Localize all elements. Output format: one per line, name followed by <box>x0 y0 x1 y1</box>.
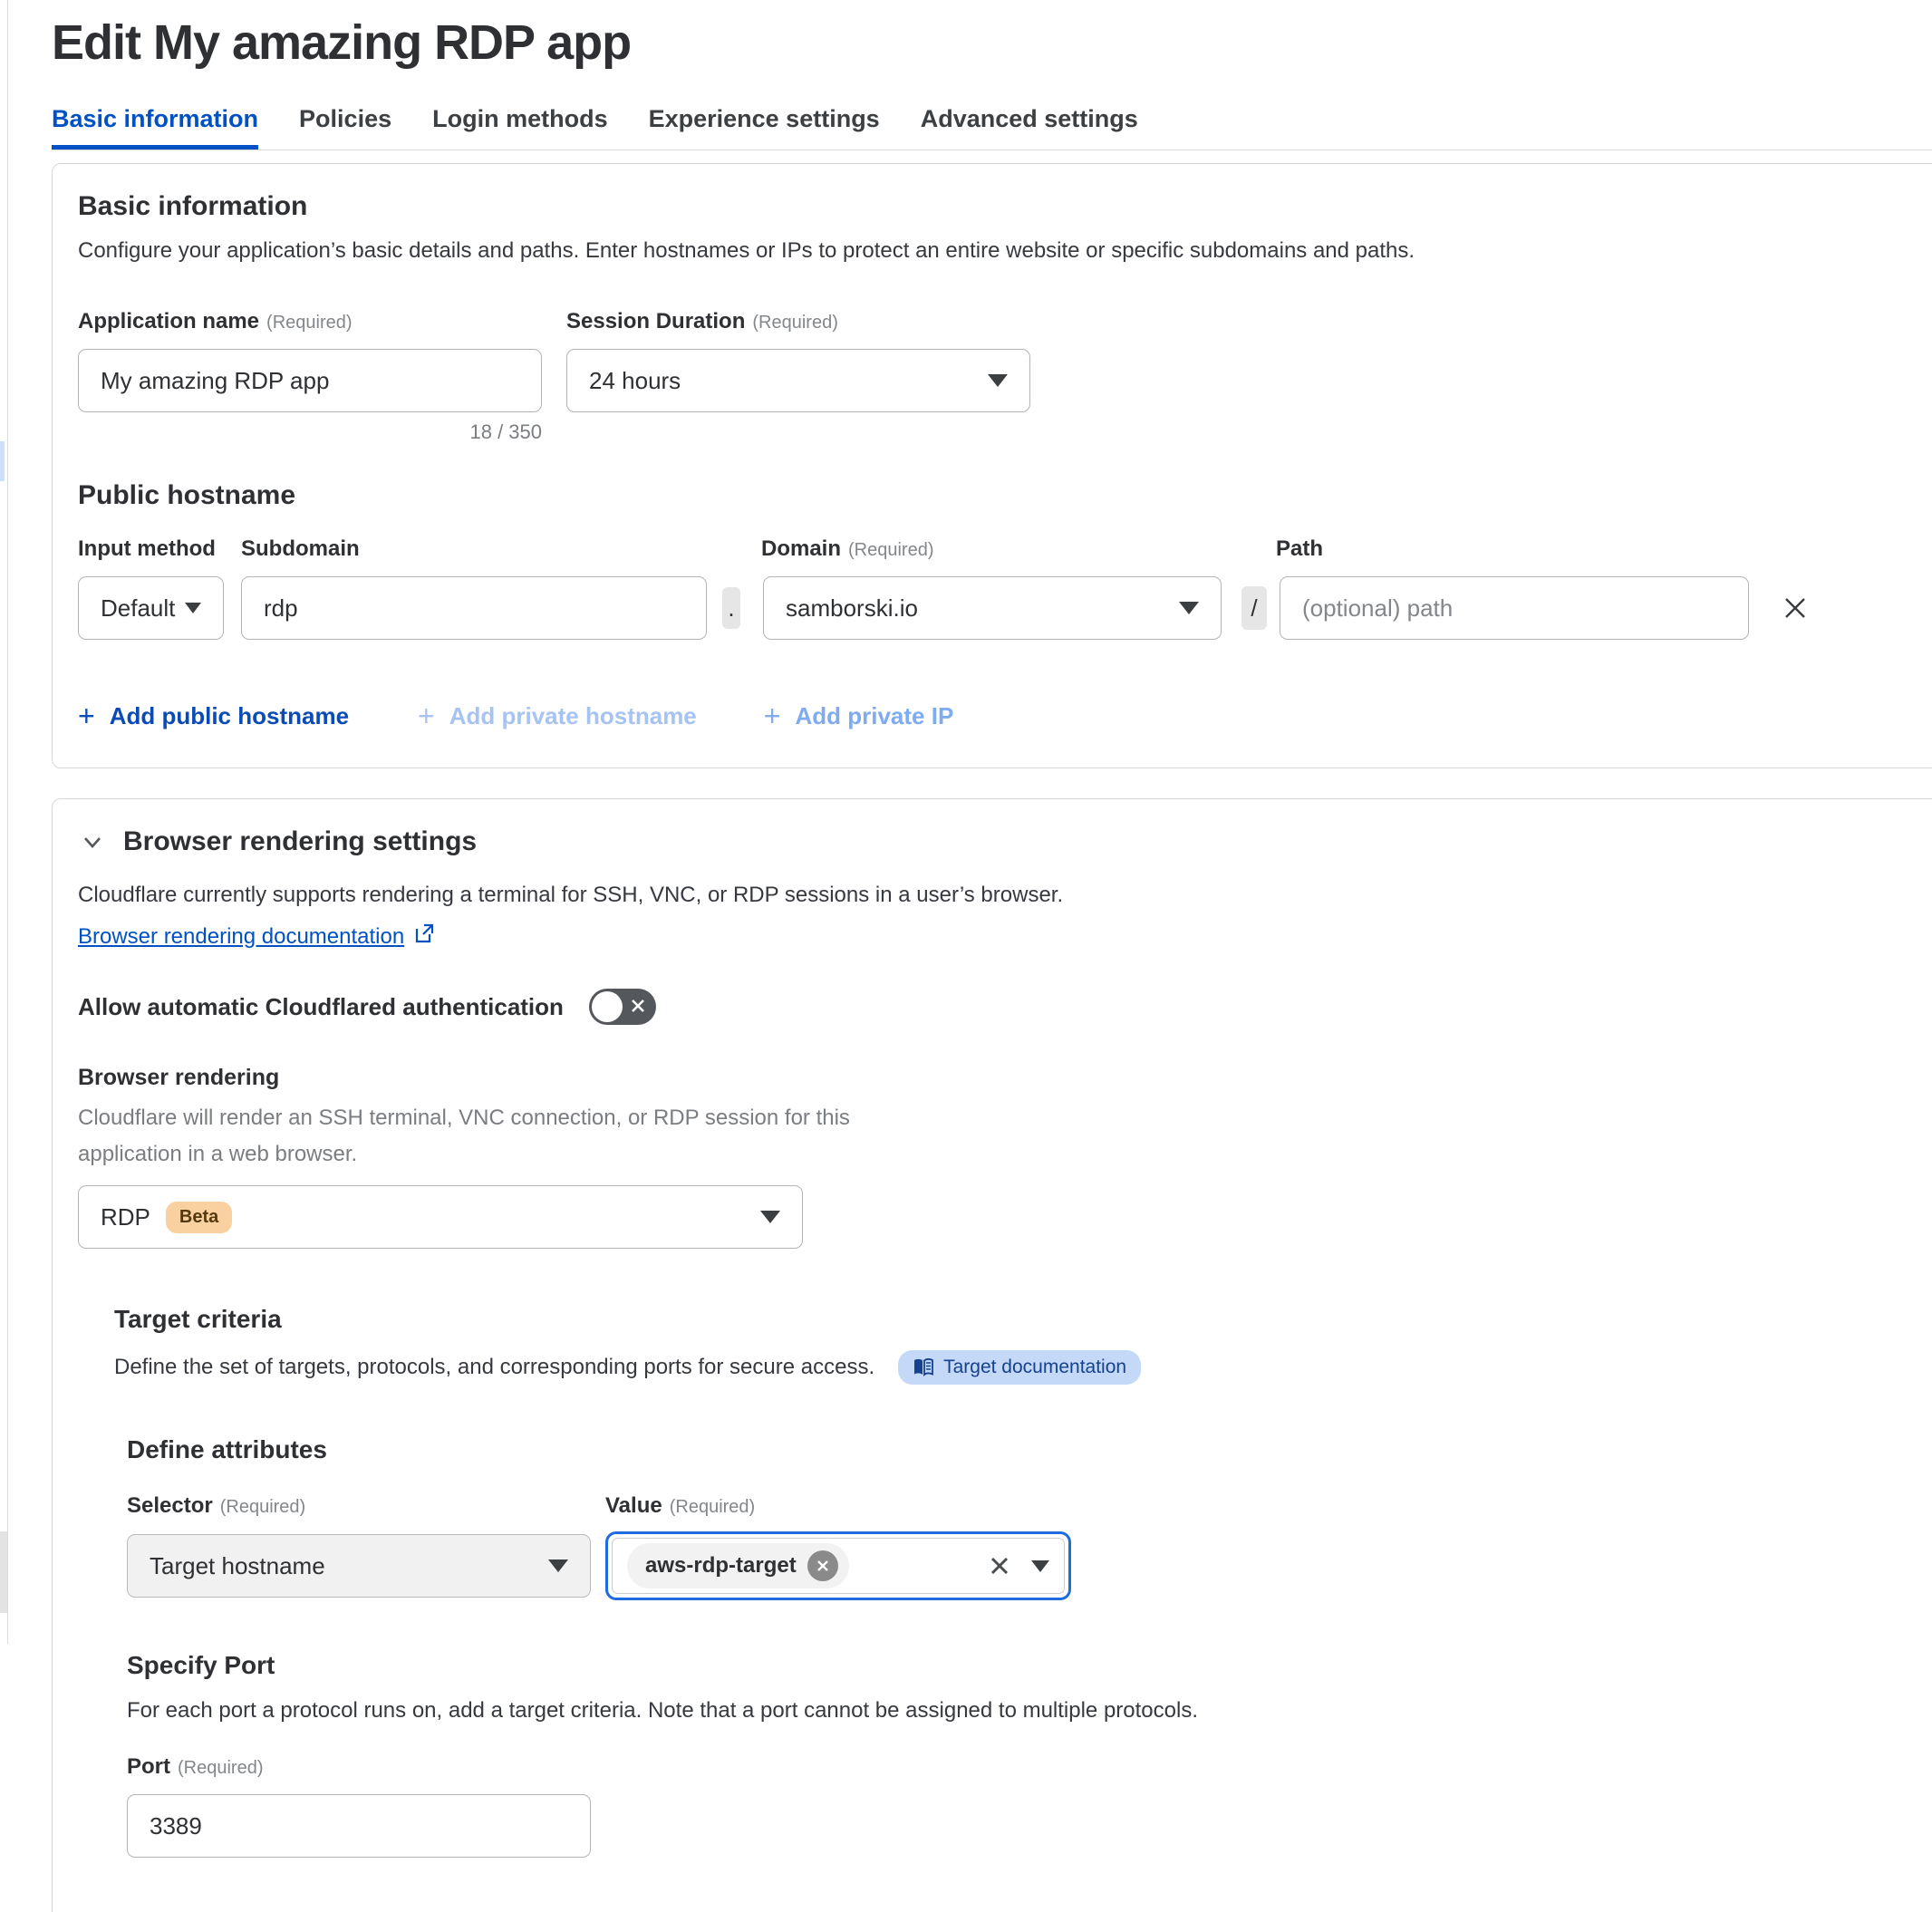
tab-basic-information[interactable]: Basic information <box>52 105 258 150</box>
domain-select[interactable]: samborski.io <box>763 576 1222 640</box>
close-icon <box>988 1554 1011 1578</box>
book-icon <box>913 1357 934 1377</box>
browser-rendering-settings-heading: Browser rendering settings <box>123 826 477 857</box>
tab-policies[interactable]: Policies <box>299 105 391 150</box>
plus-icon: + <box>764 700 781 733</box>
domain-required: (Required) <box>848 540 933 560</box>
selector-required: (Required) <box>220 1497 305 1517</box>
port-input[interactable] <box>127 1794 591 1858</box>
target-criteria-description: Define the set of targets, protocols, an… <box>114 1351 874 1384</box>
browser-rendering-settings-description: Cloudflare currently supports rendering … <box>78 879 1926 912</box>
beta-badge: Beta <box>166 1202 232 1233</box>
application-name-label: Application name(Required) <box>78 309 542 334</box>
input-method-value: Default <box>101 594 175 623</box>
scrollbar-thumb[interactable] <box>0 1531 7 1613</box>
browser-rendering-value: RDP <box>101 1203 150 1231</box>
selector-label: Selector(Required) <box>127 1493 605 1519</box>
basic-information-description: Configure your application’s basic detai… <box>78 235 1926 267</box>
tab-advanced-settings[interactable]: Advanced settings <box>921 105 1138 150</box>
chevron-down-icon <box>185 603 201 613</box>
close-icon <box>1782 594 1809 622</box>
basic-information-card: Basic information Configure your applica… <box>52 163 1932 768</box>
specify-port-description: For each port a protocol runs on, add a … <box>127 1695 1926 1727</box>
collapse-section-button[interactable] <box>78 827 107 856</box>
allow-cloudflared-auth-toggle[interactable] <box>589 989 656 1025</box>
public-hostname-heading: Public hostname <box>78 480 1926 511</box>
define-attributes-heading: Define attributes <box>127 1435 1926 1464</box>
path-label: Path <box>1276 536 1323 562</box>
input-method-select[interactable]: Default <box>78 576 224 640</box>
port-required: (Required) <box>178 1758 263 1778</box>
target-documentation-badge[interactable]: Target documentation <box>898 1350 1141 1385</box>
value-multiselect[interactable]: aws-rdp-target <box>605 1531 1071 1600</box>
page-title: Edit My amazing RDP app <box>52 0 1932 71</box>
remove-hostname-button[interactable] <box>1782 594 1809 622</box>
clear-values-button[interactable] <box>988 1554 1011 1578</box>
add-public-hostname-button[interactable]: + Add public hostname <box>78 700 349 733</box>
application-name-input[interactable] <box>78 349 542 412</box>
character-counter: 18 / 350 <box>78 420 542 444</box>
application-name-required: (Required) <box>266 313 352 333</box>
browser-rendering-description: Cloudflare will render an SSH terminal, … <box>78 1100 875 1173</box>
session-duration-label: Session Duration(Required) <box>566 309 1030 334</box>
tab-bar: Basic information Policies Login methods… <box>52 105 1932 150</box>
plus-icon: + <box>78 700 95 733</box>
value-label: Value(Required) <box>605 1493 755 1519</box>
chevron-down-icon <box>988 374 1008 387</box>
tab-experience-settings[interactable]: Experience settings <box>649 105 880 150</box>
remove-tag-button[interactable] <box>807 1550 838 1581</box>
session-duration-value: 24 hours <box>589 367 681 395</box>
toggle-off-x-icon <box>628 996 648 1020</box>
subdomain-label: Subdomain <box>241 536 761 562</box>
chevron-down-icon <box>760 1211 780 1223</box>
dot-separator: . <box>722 587 740 629</box>
chevron-down-icon <box>548 1560 568 1572</box>
left-rail-highlight <box>0 441 5 481</box>
plus-icon: + <box>418 700 435 733</box>
chevron-down-icon <box>1031 1560 1049 1572</box>
session-duration-required: (Required) <box>752 313 837 333</box>
browser-rendering-label: Browser rendering <box>78 1065 1926 1091</box>
specify-port-heading: Specify Port <box>127 1651 1926 1680</box>
input-method-label: Input method <box>78 536 241 562</box>
session-duration-select[interactable]: 24 hours <box>566 349 1030 412</box>
slash-separator: / <box>1241 586 1267 630</box>
add-private-hostname-button[interactable]: + Add private hostname <box>418 700 697 733</box>
content-left-divider <box>7 0 8 1644</box>
selector-value: Target hostname <box>150 1552 325 1580</box>
browser-rendering-card: Browser rendering settings Cloudflare cu… <box>52 798 1932 1912</box>
path-input[interactable] <box>1280 576 1749 640</box>
chevron-down-icon <box>78 827 107 856</box>
domain-label: Domain(Required) <box>761 536 1276 562</box>
domain-value: samborski.io <box>786 594 918 623</box>
browser-rendering-select[interactable]: RDP Beta <box>78 1185 803 1249</box>
browser-rendering-documentation-link[interactable]: Browser rendering documentation <box>78 922 435 951</box>
port-label: Port(Required) <box>127 1754 1926 1780</box>
value-tag-text: aws-rdp-target <box>645 1553 797 1579</box>
basic-information-heading: Basic information <box>78 191 1926 222</box>
allow-cloudflared-auth-label: Allow automatic Cloudflared authenticati… <box>78 993 564 1021</box>
value-required: (Required) <box>670 1497 755 1517</box>
subdomain-input[interactable] <box>241 576 707 640</box>
tab-login-methods[interactable]: Login methods <box>432 105 607 150</box>
close-icon <box>816 1559 830 1573</box>
value-tag: aws-rdp-target <box>627 1543 849 1589</box>
main-content: Edit My amazing RDP app Basic informatio… <box>52 0 1932 1912</box>
external-link-icon <box>413 922 435 951</box>
selector-select[interactable]: Target hostname <box>127 1534 591 1598</box>
add-private-ip-button[interactable]: + Add private IP <box>764 700 954 733</box>
toggle-knob <box>592 991 623 1022</box>
chevron-down-icon <box>1179 602 1199 614</box>
target-criteria-heading: Target criteria <box>114 1305 1926 1334</box>
